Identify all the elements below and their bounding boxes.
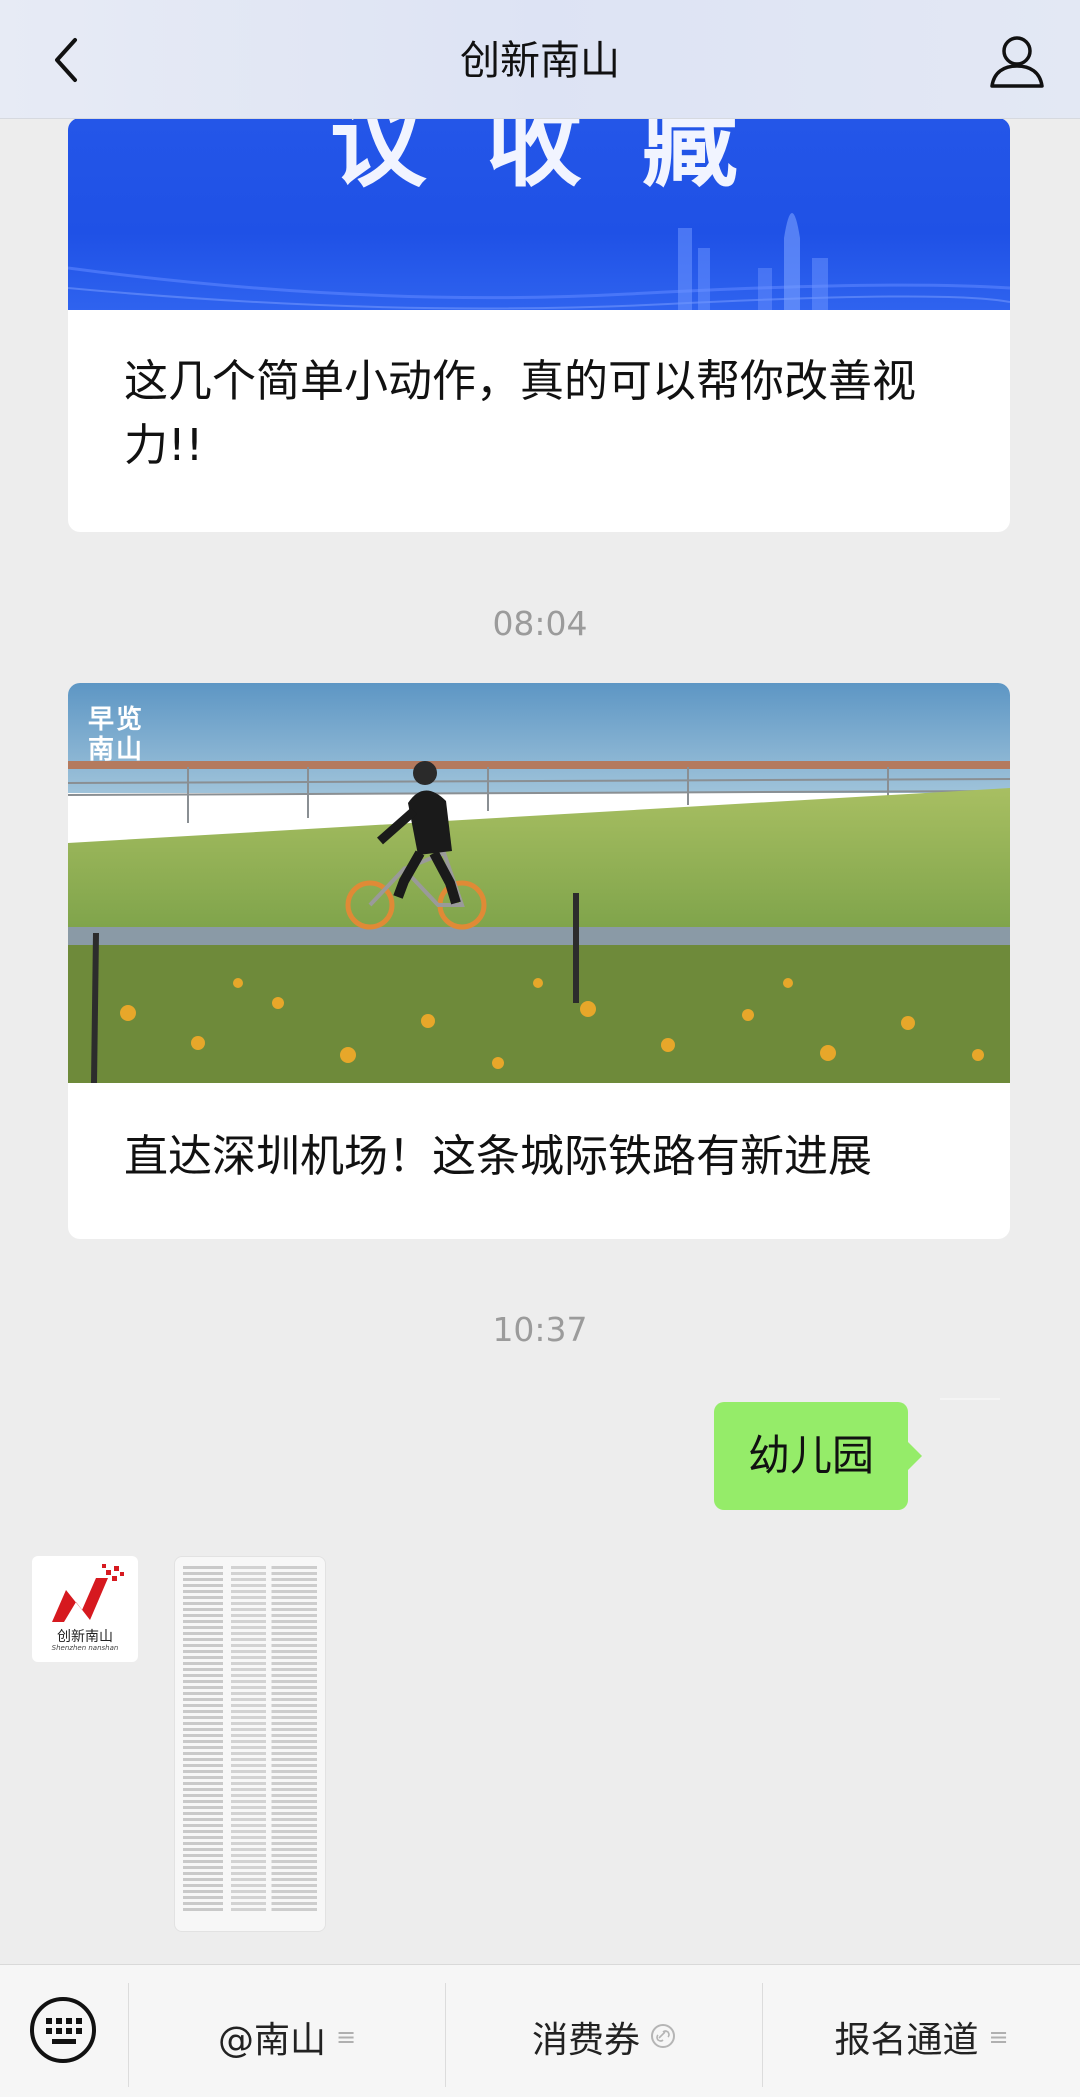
article-card[interactable]: 早览南山 直达深圳机场！这条城际铁路有新进展 <box>68 683 1010 1239</box>
document-line <box>183 1674 317 1677</box>
document-line <box>183 1884 317 1887</box>
document-line <box>183 1782 317 1785</box>
document-line <box>183 1698 317 1701</box>
page-title: 创新南山 <box>460 38 620 84</box>
document-line <box>183 1824 317 1827</box>
menu-lines-icon: ≡ <box>988 2023 1009 2051</box>
city-skyline-decoration <box>68 213 1010 310</box>
article-banner-image: 议收藏 <box>68 118 1010 310</box>
document-line <box>183 1584 317 1587</box>
logo-subtext: Shenzhen nanshan <box>51 1644 119 1652</box>
document-line <box>183 1890 317 1893</box>
article-title: 这几个简单小动作，真的可以帮你改善视力!! <box>124 356 916 471</box>
document-line <box>183 1650 317 1653</box>
timestamp: 10:37 <box>492 1310 588 1349</box>
document-line <box>183 1776 317 1779</box>
document-line <box>183 1746 317 1749</box>
document-line <box>183 1806 317 1809</box>
profile-button[interactable] <box>988 32 1046 90</box>
document-line <box>183 1908 317 1911</box>
document-line <box>183 1632 317 1635</box>
document-line <box>183 1866 317 1869</box>
document-line <box>183 1740 317 1743</box>
bottom-menu-bar: @南山 ≡ 消费券 报名通道 ≡ <box>0 1964 1080 2097</box>
document-line <box>183 1770 317 1773</box>
document-line <box>183 1758 317 1761</box>
official-account-avatar[interactable]: 创新南山 Shenzhen nanshan <box>32 1556 138 1662</box>
document-line <box>183 1608 317 1611</box>
document-line <box>183 1644 317 1647</box>
user-avatar[interactable] <box>940 1398 1000 1400</box>
document-line <box>183 1734 317 1737</box>
document-line <box>183 1752 317 1755</box>
watermark-logo: 早览南山 <box>88 705 145 765</box>
keyboard-toggle-button[interactable] <box>28 1995 98 2065</box>
user-message-bubble[interactable]: 幼儿园 <box>714 1402 922 1510</box>
document-line <box>183 1614 317 1617</box>
menu-lines-icon: ≡ <box>335 2023 357 2051</box>
document-line <box>183 1602 317 1605</box>
document-line <box>183 1794 317 1797</box>
keyboard-icon <box>30 1997 96 2063</box>
link-icon <box>650 2017 676 2058</box>
document-line <box>183 1878 317 1881</box>
menu-item-nanshan[interactable]: @南山 ≡ <box>129 1981 445 2093</box>
document-line <box>183 1800 317 1803</box>
document-line <box>183 1638 317 1641</box>
document-line <box>183 1680 317 1683</box>
document-line <box>183 1722 317 1725</box>
document-line <box>183 1626 317 1629</box>
document-line <box>183 1902 317 1905</box>
document-line <box>183 1764 317 1767</box>
document-line <box>183 1620 317 1623</box>
document-line <box>183 1596 317 1599</box>
document-line <box>183 1668 317 1671</box>
menu-item-label: 消费券 <box>531 2020 640 2061</box>
logo-text: 创新南山 <box>57 1629 113 1645</box>
document-line <box>183 1896 317 1899</box>
person-icon <box>990 36 1044 88</box>
document-line <box>183 1692 317 1695</box>
document-line <box>183 1710 317 1713</box>
top-nav-bar: 创新南山 <box>0 0 1080 119</box>
document-line <box>183 1578 317 1581</box>
document-line <box>183 1818 317 1821</box>
article-title: 直达深圳机场！这条城际铁路有新进展 <box>124 1131 872 1182</box>
document-line <box>183 1812 317 1815</box>
document-line <box>183 1656 317 1659</box>
document-line <box>183 1716 317 1719</box>
menu-item-label: 报名通道 <box>834 2020 979 2061</box>
document-line <box>183 1854 317 1857</box>
document-line <box>183 1848 317 1851</box>
document-line <box>183 1788 317 1791</box>
menu-item-label: @南山 <box>217 2020 326 2061</box>
article-card[interactable]: 议收藏 这几个简单小动作，真的可以帮你改善视力!! <box>68 118 1010 532</box>
menu-item-coupons[interactable]: 消费券 <box>446 1981 762 2093</box>
document-line <box>183 1590 317 1593</box>
document-line <box>183 1872 317 1875</box>
image-message-thumbnail[interactable] <box>174 1556 326 1932</box>
document-line <box>183 1704 317 1707</box>
document-line <box>183 1572 317 1575</box>
document-line <box>183 1566 317 1569</box>
document-line <box>183 1662 317 1665</box>
document-line <box>183 1842 317 1845</box>
timestamp: 08:04 <box>492 604 588 643</box>
document-line <box>183 1836 317 1839</box>
menu-item-registration[interactable]: 报名通道 ≡ <box>763 1981 1080 2093</box>
article-cover-photo: 早览南山 <box>68 683 1010 1083</box>
document-line <box>183 1686 317 1689</box>
document-line <box>183 1860 317 1863</box>
document-line <box>183 1830 317 1833</box>
document-line <box>183 1728 317 1731</box>
